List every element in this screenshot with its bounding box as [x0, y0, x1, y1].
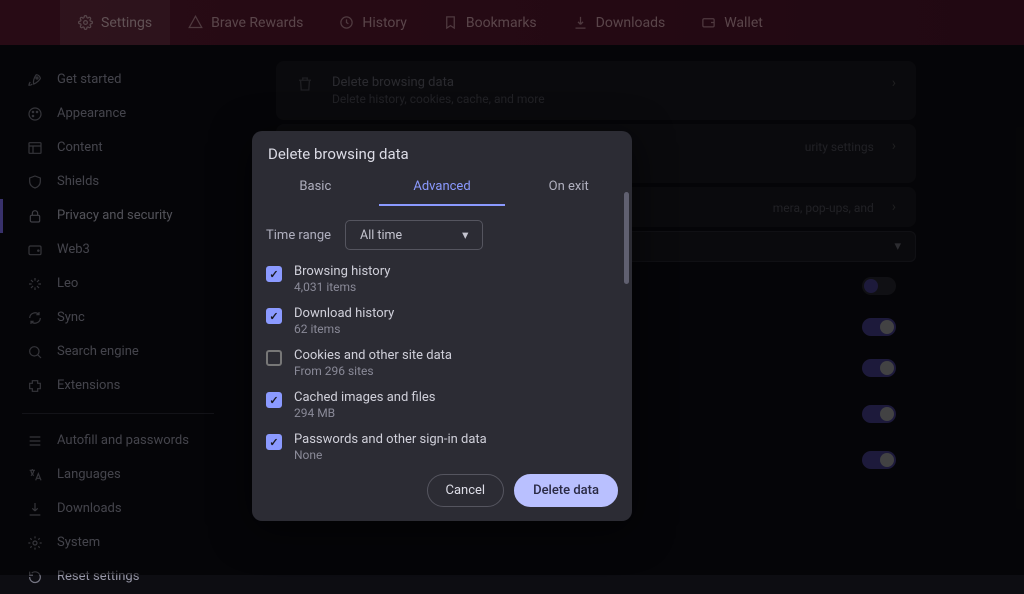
- checkbox[interactable]: [266, 308, 282, 324]
- time-range-value: All time: [360, 228, 402, 243]
- dialog-title: Delete browsing data: [252, 131, 632, 171]
- checkbox-row-download-history: Download history62 items: [266, 300, 630, 342]
- checkbox[interactable]: [266, 266, 282, 282]
- delete-browsing-data-dialog: Delete browsing data Basic Advanced On e…: [252, 131, 632, 521]
- checkbox-label: Cached images and files: [294, 390, 630, 405]
- checkbox-sub: 62 items: [294, 322, 630, 336]
- checkbox[interactable]: [266, 350, 282, 366]
- dialog-tab-on-exit[interactable]: On exit: [505, 171, 632, 206]
- checkbox[interactable]: [266, 392, 282, 408]
- delete-data-button[interactable]: Delete data: [514, 474, 618, 507]
- checkbox[interactable]: [266, 434, 282, 450]
- dialog-tab-basic[interactable]: Basic: [252, 171, 379, 206]
- checkbox-row-cached: Cached images and files294 MB: [266, 384, 630, 426]
- dialog-body[interactable]: Time range All time ▾ Browsing history4,…: [252, 206, 632, 464]
- time-range-select[interactable]: All time ▾: [345, 220, 483, 250]
- dialog-tab-advanced[interactable]: Advanced: [379, 171, 506, 206]
- checkbox-sub: From 296 sites: [294, 364, 630, 378]
- checkbox-sub: None: [294, 448, 630, 462]
- checkbox-row-browsing-history: Browsing history4,031 items: [266, 258, 630, 300]
- chevron-down-icon: ▾: [462, 227, 468, 243]
- checkbox-sub: 4,031 items: [294, 280, 630, 294]
- checkbox-sub: 294 MB: [294, 406, 630, 420]
- cancel-button[interactable]: Cancel: [427, 474, 505, 507]
- dialog-tabs: Basic Advanced On exit: [252, 171, 632, 206]
- dialog-scrollbar-thumb[interactable]: [624, 192, 629, 284]
- checkbox-label: Passwords and other sign-in data: [294, 432, 630, 447]
- checkbox-label: Download history: [294, 306, 630, 321]
- checkbox-label: Browsing history: [294, 264, 630, 279]
- checkbox-row-cookies: Cookies and other site dataFrom 296 site…: [266, 342, 630, 384]
- dialog-footer: Cancel Delete data: [252, 464, 632, 521]
- checkbox-label: Cookies and other site data: [294, 348, 630, 363]
- time-range-label: Time range: [266, 228, 331, 243]
- checkbox-row-passwords: Passwords and other sign-in dataNone: [266, 426, 630, 464]
